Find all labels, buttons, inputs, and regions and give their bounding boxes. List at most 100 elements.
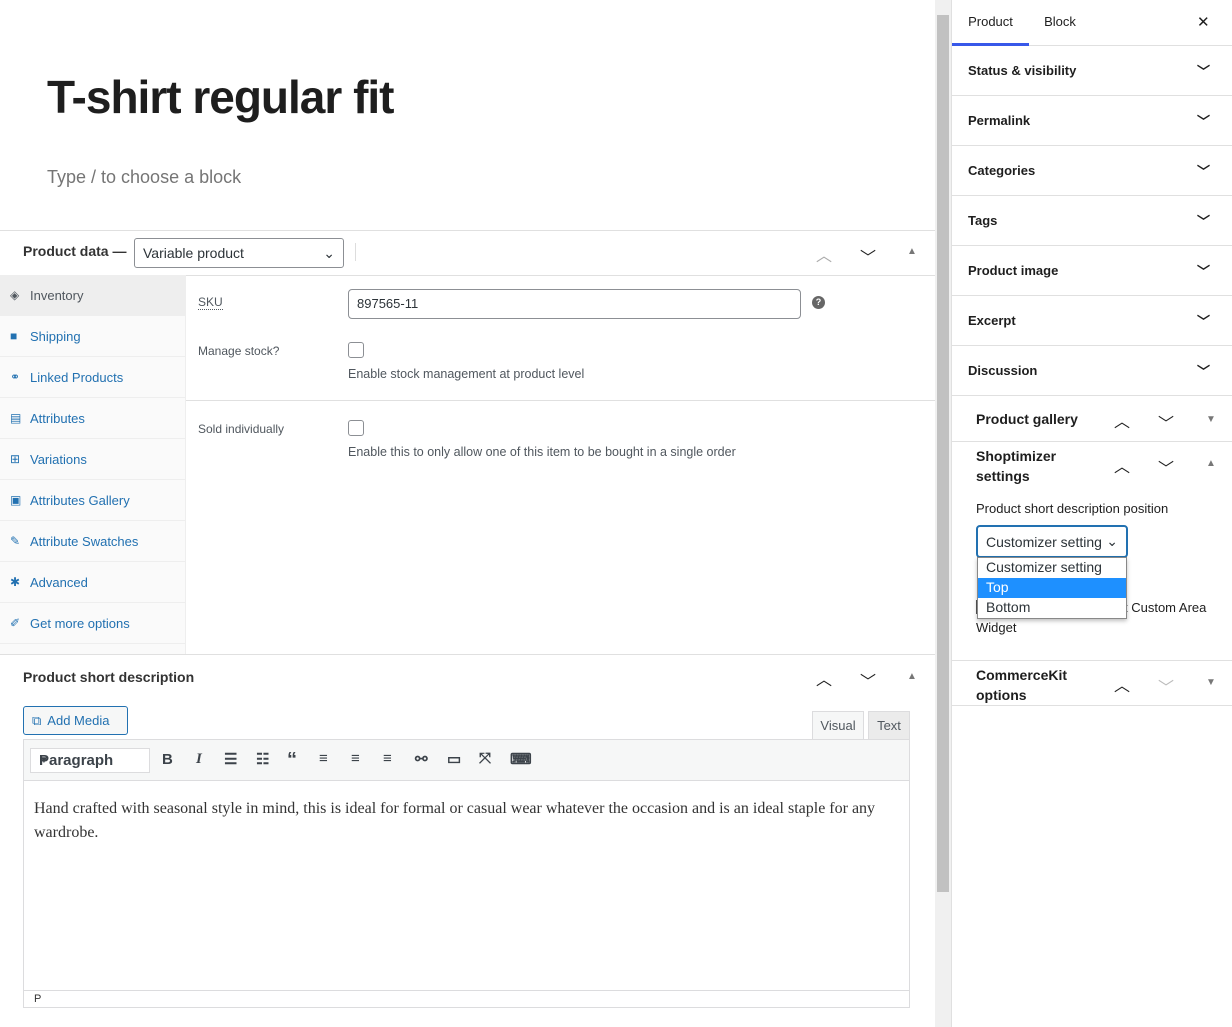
move-down-icon[interactable]: ﹀ <box>1158 455 1174 479</box>
tab-label: Advanced <box>30 574 88 590</box>
commercekit-title[interactable]: CommerceKit options <box>976 665 1076 705</box>
move-down-icon[interactable]: ﹀ <box>1158 410 1174 434</box>
bold-icon[interactable]: B <box>162 751 173 768</box>
toggle-panel-icon[interactable]: ▼ <box>1206 414 1216 425</box>
chevron-down-icon: ﹀ <box>1196 214 1210 229</box>
block-placeholder[interactable]: Type / to choose a block <box>47 167 241 188</box>
image-icon: ▣ <box>10 493 22 507</box>
toggle-panel-icon[interactable]: ▲ <box>907 671 917 682</box>
product-type-select[interactable]: Variable product ⌄ <box>134 238 344 268</box>
tab-advanced[interactable]: ✱ Advanced <box>0 562 185 603</box>
format-value: Paragraph <box>39 752 114 769</box>
manage-stock-checkbox[interactable] <box>348 342 364 358</box>
tab-text[interactable]: Text <box>868 711 910 740</box>
section-label: Excerpt <box>968 313 1016 328</box>
close-icon[interactable]: ✕ <box>1197 13 1210 31</box>
section-tags[interactable]: Tags ﹀ <box>952 196 1232 246</box>
blockquote-icon[interactable]: “ <box>287 749 297 772</box>
toggle-panel-icon[interactable]: ▲ <box>907 246 917 257</box>
tab-label: Linked Products <box>30 369 124 385</box>
fullscreen-icon[interactable]: ⤧ <box>479 750 491 767</box>
move-up-icon[interactable]: ︿ <box>816 666 832 690</box>
manage-stock-label: Manage stock? <box>198 344 280 358</box>
help-icon[interactable]: ? <box>812 296 825 309</box>
custom-area-label: t Custom Area <box>1124 600 1207 615</box>
sold-individually-label: Sold individually <box>198 422 285 436</box>
position-label: Product short description position <box>976 501 1169 516</box>
section-label: Discussion <box>968 363 1038 378</box>
section-label: Product image <box>968 263 1059 278</box>
product-data-label: Product data — <box>23 243 127 259</box>
post-title[interactable]: T-shirt regular fit <box>47 70 394 124</box>
bullet-list-icon[interactable]: ☰ <box>224 750 237 768</box>
product-type-value: Variable product <box>143 245 244 261</box>
tab-label: Attribute Swatches <box>30 533 139 549</box>
move-down-icon[interactable]: ﹀ <box>860 244 876 268</box>
tab-block[interactable]: Block <box>1029 0 1091 46</box>
scrollbar[interactable] <box>935 0 951 1027</box>
section-label: Tags <box>968 213 998 228</box>
sku-input[interactable]: 897565-11 <box>348 289 801 319</box>
editor-content[interactable]: Hand crafted with seasonal style in mind… <box>34 797 894 845</box>
tab-variations[interactable]: ⊞ Variations <box>0 439 185 480</box>
move-up-icon[interactable]: ︿ <box>1114 453 1130 477</box>
tab-attribute-swatches[interactable]: ✎ Attribute Swatches <box>0 521 185 562</box>
tab-shipping[interactable]: ■ Shipping <box>0 316 185 357</box>
tab-product[interactable]: Product <box>952 0 1029 46</box>
option-bottom[interactable]: Bottom <box>978 598 1126 618</box>
section-categories[interactable]: Categories ﹀ <box>952 146 1232 196</box>
link-icon[interactable]: ⚯ <box>415 750 428 768</box>
italic-icon[interactable]: I <box>196 751 202 768</box>
move-down-icon[interactable]: ﹀ <box>860 668 876 692</box>
chevron-down-icon: ﹀ <box>1196 364 1210 379</box>
option-customizer-setting[interactable]: Customizer setting <box>978 558 1126 578</box>
tab-label: Get more options <box>30 615 130 631</box>
chevron-down-icon: ﹀ <box>1196 64 1210 79</box>
manage-stock-desc: Enable stock management at product level <box>348 367 585 381</box>
align-left-icon[interactable]: ≡ <box>319 750 328 767</box>
section-product-image[interactable]: Product image ﹀ <box>952 246 1232 296</box>
tab-inventory[interactable]: ◈ Inventory <box>0 275 185 316</box>
tab-get-more-options[interactable]: ✐ Get more options <box>0 603 185 644</box>
numbered-list-icon[interactable]: ☷ <box>256 750 269 768</box>
toggle-panel-icon[interactable]: ▲ <box>1206 458 1216 469</box>
option-top[interactable]: Top <box>978 578 1126 598</box>
move-down-icon[interactable]: ﹀ <box>1158 674 1174 698</box>
tab-label: Variations <box>30 451 87 467</box>
caret-icon: ▼ <box>39 755 49 766</box>
product-gallery-title[interactable]: Product gallery <box>976 411 1078 427</box>
keyboard-icon[interactable]: ⌨ <box>510 750 532 768</box>
chevron-down-icon: ﹀ <box>1196 164 1210 179</box>
read-more-icon[interactable]: ▭ <box>447 750 461 768</box>
align-center-icon[interactable]: ≡ <box>351 750 360 767</box>
toggle-panel-icon[interactable]: ▼ <box>1206 677 1216 688</box>
tag-icon: ◈ <box>10 288 20 302</box>
section-permalink[interactable]: Permalink ﹀ <box>952 96 1232 146</box>
media-icon: ⧉ <box>32 712 42 728</box>
tab-visual[interactable]: Visual <box>812 711 864 740</box>
gear-icon: ✱ <box>10 575 21 589</box>
move-up-icon[interactable]: ︿ <box>816 242 832 266</box>
section-label: Status & visibility <box>968 63 1077 78</box>
align-right-icon[interactable]: ≡ <box>383 750 392 767</box>
position-value: Customizer setting <box>986 533 1102 550</box>
link-icon: ⚭ <box>10 370 21 384</box>
add-media-button[interactable]: ⧉ Add Media <box>23 706 128 735</box>
section-discussion[interactable]: Discussion ﹀ <box>952 346 1232 396</box>
position-select[interactable]: Customizer setting ⌄ <box>976 525 1128 558</box>
section-status-visibility[interactable]: Status & visibility ﹀ <box>952 46 1232 96</box>
shoptimizer-title[interactable]: Shoptimizer settings <box>976 446 1076 486</box>
custom-area-label-2: Widget <box>976 620 1017 635</box>
tab-attributes[interactable]: ▤ Attributes <box>0 398 185 439</box>
tab-label: Attributes Gallery <box>30 492 130 508</box>
editor-toolbar: Paragraph ▼ B I ☰ ☷ “ ≡ ≡ ≡ ⚯ ▭ ⤧ ⌨ <box>24 740 909 781</box>
section-excerpt[interactable]: Excerpt ﹀ <box>952 296 1232 346</box>
move-up-icon[interactable]: ︿ <box>1114 672 1130 696</box>
sold-individually-checkbox[interactable] <box>348 420 364 436</box>
chevron-down-icon: ⌄ <box>323 244 335 261</box>
format-select[interactable]: Paragraph ▼ <box>30 748 150 773</box>
tab-attributes-gallery[interactable]: ▣ Attributes Gallery <box>0 480 185 521</box>
move-up-icon[interactable]: ︿ <box>1114 408 1130 432</box>
plugin-icon: ✐ <box>10 616 21 630</box>
tab-linked-products[interactable]: ⚭ Linked Products <box>0 357 185 398</box>
